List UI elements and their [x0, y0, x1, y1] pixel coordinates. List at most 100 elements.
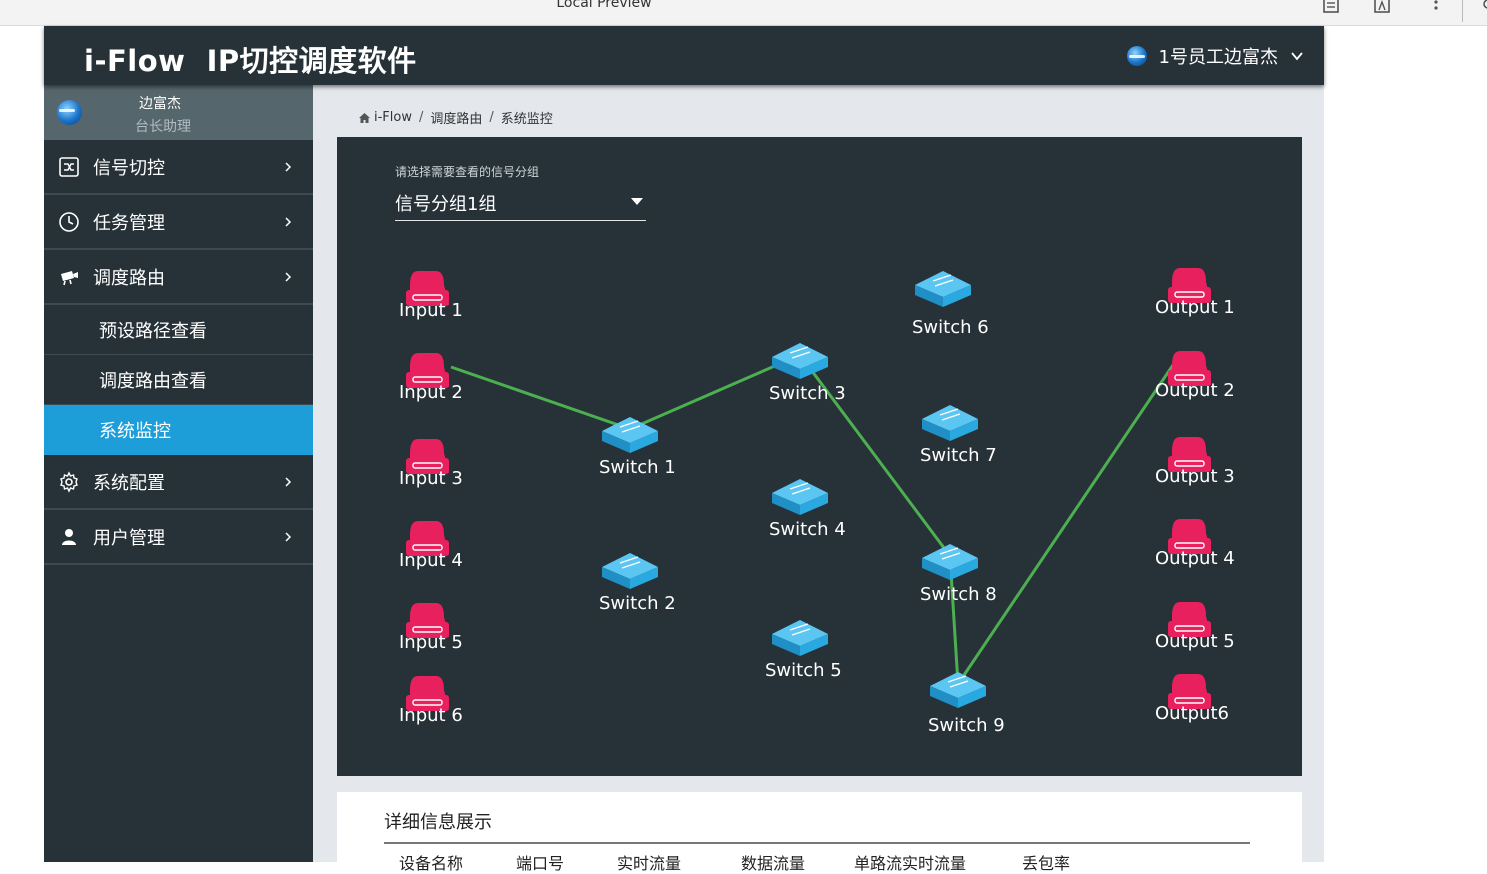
shuffle-icon: [59, 156, 79, 177]
switch-node-switch-6[interactable]: Switch 6: [912, 271, 989, 338]
user-menu[interactable]: 1号员工边富杰: [1126, 41, 1304, 71]
node-label: Switch 1: [599, 457, 676, 478]
device-node-output-4[interactable]: Output 4: [1155, 519, 1235, 569]
switch-node-switch-3[interactable]: Switch 3: [769, 343, 846, 404]
sidebar-item-label: 用户管理: [93, 527, 165, 549]
detail-table-header: 设备名称 端口号 实时流量 数据流量 单路流实时流量 丢包率: [399, 850, 1070, 874]
sidebar-item-label: 任务管理: [93, 212, 165, 234]
node-label: Output 4: [1155, 548, 1235, 569]
sidebar-subitem-label: 调度路由查看: [99, 370, 207, 392]
device-node-input-6[interactable]: Input 6: [399, 676, 463, 726]
home-icon[interactable]: [358, 112, 371, 124]
browser-window-title: Local Preview: [556, 0, 652, 11]
sidebar-item-dispatch-routing[interactable]: 调度路由: [44, 250, 313, 305]
app-title: i-Flow IP切控调度软件: [84, 44, 417, 78]
detail-title: 详细信息展示: [384, 812, 492, 833]
sidebar-item-label: 调度路由: [93, 267, 165, 289]
switch-node-switch-9[interactable]: Switch 9: [928, 672, 1005, 736]
network-switch-icon: [915, 271, 971, 307]
sidebar-item-user-management[interactable]: 用户管理: [44, 510, 313, 565]
browser-title-bar: Local Preview: [0, 0, 1487, 26]
node-label: Input 1: [399, 300, 463, 321]
switch-node-switch-2[interactable]: Switch 2: [599, 553, 676, 614]
detail-panel: 详细信息展示 设备名称 端口号 实时流量 数据流量 单路流实时流量 丢包率: [337, 792, 1302, 874]
network-switch-icon: [930, 672, 986, 708]
sidebar-subitem-label: 预设路径查看: [99, 320, 207, 342]
breadcrumb-item-current: 系统监控: [500, 112, 553, 127]
device-node-input-5[interactable]: Input 5: [399, 603, 463, 653]
switch-node-switch-1[interactable]: Switch 1: [599, 417, 676, 478]
path-link: [450, 365, 631, 431]
network-switch-icon: [602, 553, 658, 589]
gear-icon: [60, 470, 78, 493]
clock-icon: [59, 211, 79, 232]
app-header: i-Flow IP切控调度软件 1号员工边富杰: [44, 26, 1324, 85]
sidebar-subitem-route-view[interactable]: 调度路由查看: [44, 355, 313, 405]
node-label: Switch 7: [920, 445, 997, 466]
app-window: i-Flow IP切控调度软件 1号员工边富杰 边富杰 台长助理 信号切控 任务…: [44, 26, 1324, 873]
node-label: Switch 8: [920, 584, 997, 605]
company-logo-icon: [1126, 46, 1147, 66]
sidebar: 边富杰 台长助理 信号切控 任务管理 调度路由 预设路径查看 调度路由查看 系统…: [44, 85, 313, 862]
device-node-input-3[interactable]: Input 3: [399, 439, 463, 489]
network-switch-icon: [772, 479, 828, 515]
pdf-icon[interactable]: [1371, 0, 1393, 14]
switch-node-switch-8[interactable]: Switch 8: [920, 544, 997, 605]
sidebar-subitem-label: 系统监控: [99, 420, 171, 442]
network-switch-icon: [922, 405, 978, 441]
node-label: Switch 6: [912, 317, 989, 338]
device-node-input-4[interactable]: Input 4: [399, 521, 463, 571]
column-header: 丢包率: [1022, 854, 1071, 873]
sidebar-subitem-system-monitor[interactable]: 系统监控: [44, 405, 313, 455]
topology-diagram: Input 1 Input 2 Input 3 Input 4 Input 5 Input…: [399, 268, 1235, 736]
chevron-right-icon: [285, 477, 292, 487]
chevron-down-icon: [1291, 52, 1303, 61]
device-node-input-2[interactable]: Input 2: [399, 353, 463, 403]
path-link: [956, 364, 1175, 685]
device-node-output-1[interactable]: Output 1: [1155, 268, 1235, 318]
device-node-input-1[interactable]: Input 1: [399, 271, 463, 321]
device-node-output-3[interactable]: Output 3: [1155, 437, 1235, 487]
extension-icon[interactable]: [1474, 0, 1487, 14]
network-switch-icon: [772, 620, 828, 656]
breadcrumb-item-routing[interactable]: 调度路由: [430, 108, 482, 127]
node-label: Input 6: [399, 705, 463, 726]
node-label: Output 5: [1155, 631, 1235, 652]
switch-node-switch-4[interactable]: Switch 4: [769, 479, 846, 540]
user-label: 1号员工边富杰: [1158, 47, 1278, 68]
node-label: Input 2: [399, 382, 463, 403]
reader-icon[interactable]: [1320, 0, 1342, 14]
column-header: 端口号: [516, 854, 565, 873]
sidebar-item-label: 信号切控: [93, 157, 165, 179]
node-label: Input 4: [399, 550, 463, 571]
node-label: Output 2: [1155, 380, 1235, 401]
node-label: Switch 3: [769, 383, 846, 404]
node-label: Switch 2: [599, 593, 676, 614]
chevron-right-icon: [285, 162, 292, 172]
column-header: 设备名称: [399, 854, 464, 873]
profile-role: 台长助理: [135, 119, 191, 135]
sidebar-item-label: 系统配置: [93, 472, 165, 494]
switch-node-switch-7[interactable]: Switch 7: [920, 405, 997, 466]
chevron-right-icon: [285, 272, 292, 282]
more-options-icon[interactable]: [1425, 0, 1447, 14]
network-switch-icon: [772, 343, 828, 379]
device-node-output6[interactable]: Output6: [1155, 674, 1229, 724]
user-profile: 边富杰 台长助理: [44, 85, 313, 140]
node-label: Output 1: [1155, 297, 1235, 318]
sidebar-subitem-preset-paths[interactable]: 预设路径查看: [44, 305, 313, 355]
device-node-output-5[interactable]: Output 5: [1155, 602, 1235, 652]
sidebar-item-signal-switch[interactable]: 信号切控: [44, 140, 313, 195]
camera-icon: [61, 270, 78, 285]
sidebar-item-system-config[interactable]: 系统配置: [44, 455, 313, 510]
sidebar-item-task-management[interactable]: 任务管理: [44, 195, 313, 250]
topology-panel: 请选择需要查看的信号分组 信号分组1组 Input 1 Input 2 Input …: [337, 137, 1302, 776]
column-header: 实时流量: [617, 854, 682, 873]
network-switch-icon: [922, 544, 978, 580]
switch-node-switch-5[interactable]: Switch 5: [765, 620, 842, 681]
profile-name: 边富杰: [139, 96, 181, 112]
breadcrumb: i-Flow / 调度路由 / 系统监控: [358, 108, 553, 127]
column-header: 单路流实时流量: [854, 854, 967, 873]
chevron-right-icon: [285, 532, 292, 542]
breadcrumb-item-home[interactable]: i-Flow: [374, 110, 412, 125]
